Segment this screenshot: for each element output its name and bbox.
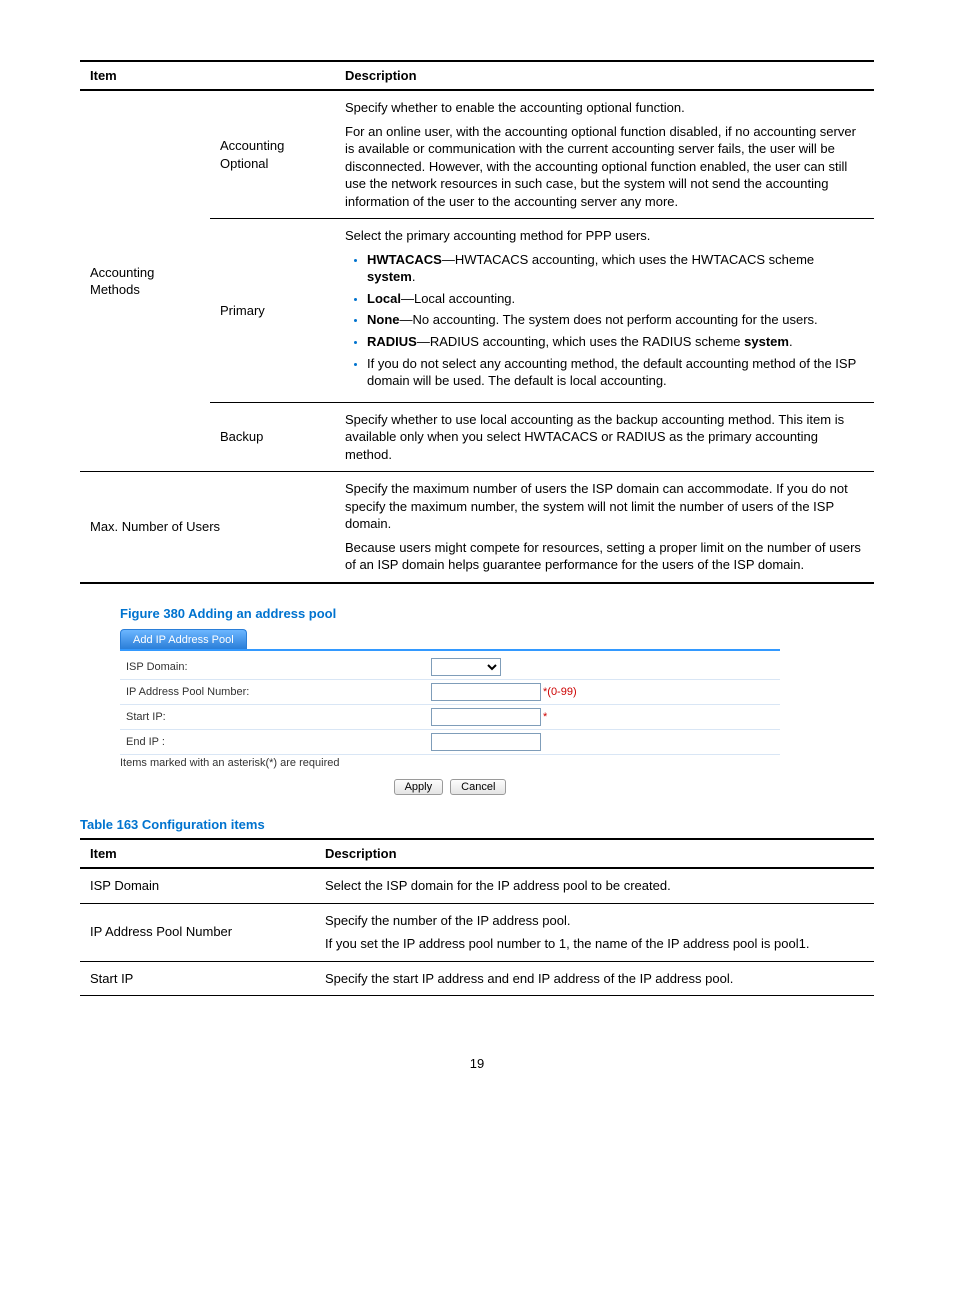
accounting-methods-label: Accounting Methods [80,90,210,472]
primary-sublabel: Primary [210,219,335,402]
t2-start-ip: Start IP [80,961,315,996]
accounting-optional-desc: Specify whether to enable the accounting… [335,90,874,219]
pool-range-hint: *(0-99) [543,686,577,698]
table2-caption: Table 163 Configuration items [80,817,874,832]
start-ip-input[interactable] [431,708,541,726]
t2-pool-num-desc: Specify the number of the IP address poo… [315,903,874,961]
t2-isp-domain: ISP Domain [80,868,315,903]
accounting-optional-sublabel: Accounting Optional [210,90,335,219]
start-ip-label: Start IP: [126,711,431,723]
end-ip-label: End IP : [126,736,431,748]
primary-desc: Select the primary accounting method for… [335,219,874,402]
col-item: Item [80,61,335,90]
end-ip-input[interactable] [431,733,541,751]
backup-desc: Specify whether to use local accounting … [335,402,874,472]
col-desc: Description [335,61,874,90]
max-users-desc: Specify the maximum number of users the … [335,472,874,583]
required-note: Items marked with an asterisk(*) are req… [120,755,780,775]
isp-domain-select[interactable] [431,658,501,676]
t2-start-ip-desc: Specify the start IP address and end IP … [315,961,874,996]
backup-sublabel: Backup [210,402,335,472]
page-number: 19 [80,1056,874,1071]
cancel-button[interactable]: Cancel [450,779,506,795]
t2-col-desc: Description [315,839,874,868]
tab-add-ip-pool[interactable]: Add IP Address Pool [120,629,247,649]
accounting-methods-table: Item Description Accounting Methods Acco… [80,60,874,584]
figure-caption: Figure 380 Adding an address pool [120,606,874,621]
apply-button[interactable]: Apply [394,779,444,795]
add-ip-pool-form: Add IP Address Pool ISP Domain: IP Addre… [120,627,780,795]
t2-col-item: Item [80,839,315,868]
pool-number-label: IP Address Pool Number: [126,686,431,698]
config-items-table: Item Description ISP Domain Select the I… [80,838,874,996]
t2-isp-domain-desc: Select the ISP domain for the IP address… [315,868,874,903]
isp-domain-label: ISP Domain: [126,661,431,673]
start-ip-required: * [543,711,547,723]
t2-pool-num: IP Address Pool Number [80,903,315,961]
max-users-label: Max. Number of Users [80,472,335,583]
pool-number-input[interactable] [431,683,541,701]
